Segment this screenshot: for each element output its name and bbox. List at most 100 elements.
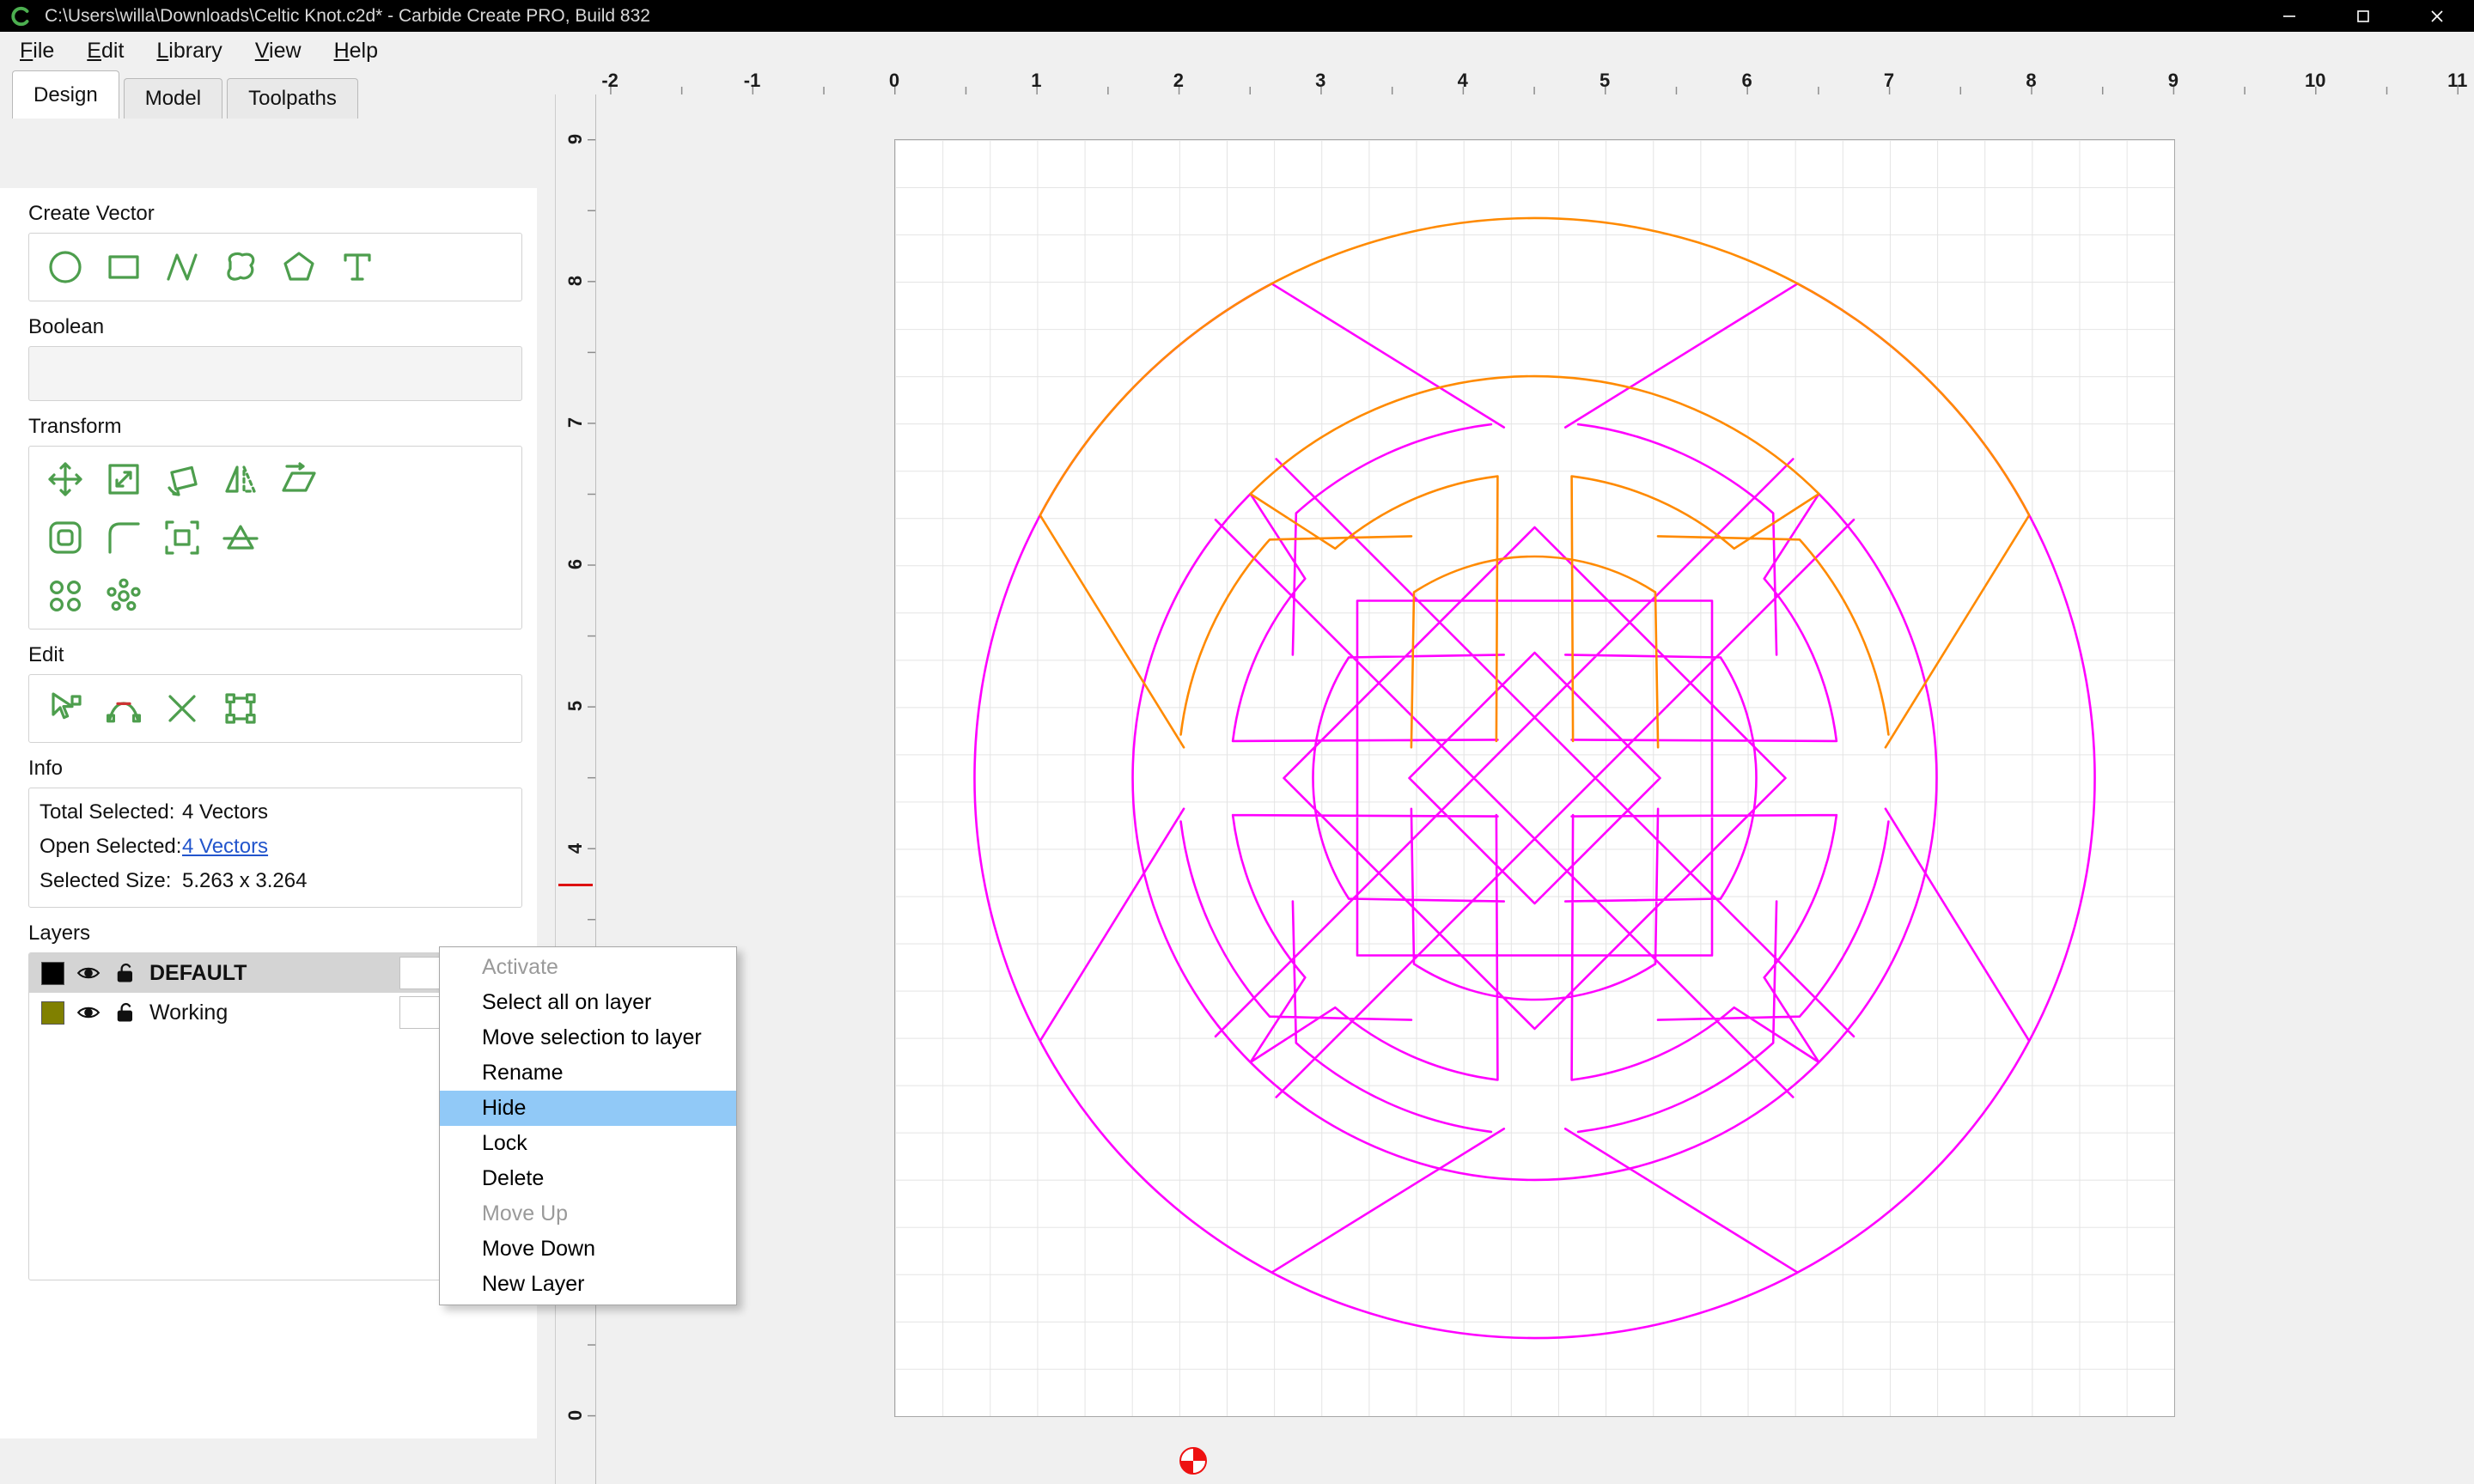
trim-vectors-icon[interactable] (161, 688, 203, 729)
maximize-button[interactable] (2326, 0, 2400, 32)
ruler-number: 5 (1600, 70, 1610, 94)
section-info: Info Total Selected:4 VectorsOpen Select… (0, 757, 537, 908)
context-item-move-up: Move Up (440, 1196, 736, 1232)
context-item-select-all-on-layer[interactable]: Select all on layer (440, 985, 736, 1020)
info-label: Total Selected: (40, 795, 182, 830)
ruler-number: 7 (1884, 70, 1894, 94)
layer-name: Working (149, 1000, 388, 1025)
ruler-number: 0 (889, 70, 899, 94)
scale-icon[interactable] (103, 459, 144, 500)
info-label: Open Selected: (40, 830, 182, 864)
info-value: 5.263 x 3.264 (182, 864, 307, 898)
ruler-number: 8 (557, 261, 594, 301)
context-item-delete[interactable]: Delete (440, 1161, 736, 1196)
canvas-viewport[interactable] (596, 94, 2474, 1484)
transform-tool-row (29, 567, 521, 625)
transform-tool-row (29, 450, 521, 508)
polygon-tool-icon[interactable] (278, 246, 320, 288)
ruler-number: 1 (1031, 70, 1041, 94)
center-icon[interactable] (161, 517, 203, 558)
minimize-button[interactable] (2252, 0, 2326, 32)
join-vectors-icon[interactable] (220, 688, 261, 729)
layer-color-swatch[interactable] (41, 1001, 64, 1025)
menu-file[interactable]: File (3, 32, 70, 70)
ruler-number: 0 (557, 1396, 594, 1435)
info-row: Total Selected:4 Vectors (29, 795, 521, 830)
trim-icon[interactable] (220, 517, 261, 558)
ruler-number: 6 (1741, 70, 1752, 94)
circle-tool-icon[interactable] (45, 246, 86, 288)
info-label: Selected Size: (40, 864, 182, 898)
ruler-number: 4 (557, 829, 594, 868)
info-row: Selected Size:5.263 x 3.264 (29, 864, 521, 898)
layer-color-swatch[interactable] (41, 962, 64, 985)
menu-edit[interactable]: Edit (70, 32, 140, 70)
tab-model[interactable]: Model (124, 78, 222, 119)
origin-marker (1179, 1447, 1207, 1475)
app-window: C:\Users\willa\Downloads\Celtic Knot.c2d… (0, 0, 2474, 1484)
tab-design[interactable]: Design (12, 70, 119, 119)
window-title: C:\Users\willa\Downloads\Celtic Knot.c2d… (45, 6, 650, 27)
menu-bar: FileEditLibraryViewHelp (0, 32, 2474, 70)
open-vectors-link[interactable]: 4 Vectors (182, 830, 268, 864)
ruler-number: 11 (2447, 70, 2467, 94)
canvas-region: -2-101234567891011 9876543210 (537, 70, 2474, 1484)
linear-array-icon[interactable] (45, 575, 86, 617)
context-item-move-down[interactable]: Move Down (440, 1232, 736, 1267)
shape-tool-icon[interactable] (220, 246, 261, 288)
tab-toolpaths[interactable]: Toolpaths (227, 78, 358, 119)
layer-context-menu: ActivateSelect all on layerMove selectio… (439, 946, 737, 1305)
app-logo-icon (10, 5, 33, 27)
knot-vectors-magenta (974, 283, 2094, 1338)
section-create-vector: Create Vector (0, 202, 537, 301)
context-item-activate: Activate (440, 950, 736, 985)
rectangle-tool-icon[interactable] (103, 246, 144, 288)
ruler-number: 5 (557, 686, 594, 726)
context-item-hide[interactable]: Hide (440, 1091, 736, 1126)
move-icon[interactable] (45, 459, 86, 500)
ruler-number: 9 (2168, 70, 2178, 94)
ruler-number: 9 (557, 119, 594, 159)
section-boolean: Boolean (0, 315, 537, 401)
ruler-number: 3 (1315, 70, 1325, 94)
context-item-new-layer[interactable]: New Layer (440, 1267, 736, 1302)
layer-visibility-eye-icon[interactable] (76, 1000, 101, 1025)
context-item-lock[interactable]: Lock (440, 1126, 736, 1161)
ruler-number: 2 (1173, 70, 1184, 94)
mirror-icon[interactable] (220, 459, 261, 500)
context-item-rename[interactable]: Rename (440, 1055, 736, 1091)
section-edit: Edit (0, 643, 537, 743)
ruler-number: 7 (557, 403, 594, 442)
menu-view[interactable]: View (239, 32, 318, 70)
skew-icon[interactable] (278, 459, 320, 500)
curve-tool-icon[interactable] (161, 246, 203, 288)
menu-library[interactable]: Library (140, 32, 238, 70)
menu-help[interactable]: Help (318, 32, 394, 70)
info-row: Open Selected:4 Vectors (29, 830, 521, 864)
offset-icon[interactable] (45, 517, 86, 558)
circular-array-icon[interactable] (103, 575, 144, 617)
section-label: Edit (28, 643, 537, 667)
curve-edit-icon[interactable] (103, 688, 144, 729)
celtic-knot-vectors[interactable] (895, 140, 2174, 1416)
rotate-icon[interactable] (161, 459, 203, 500)
close-button[interactable] (2400, 0, 2474, 32)
layer-lock-icon[interactable] (113, 1000, 138, 1025)
context-item-move-selection-to-layer[interactable]: Move selection to layer (440, 1020, 736, 1055)
title-bar[interactable]: C:\Users\willa\Downloads\Celtic Knot.c2d… (0, 0, 2474, 32)
layer-name: DEFAULT (149, 961, 388, 986)
section-transform: Transform (0, 415, 537, 629)
ruler-cursor-indicator (558, 884, 593, 886)
fillet-icon[interactable] (103, 517, 144, 558)
drawing-area[interactable] (894, 139, 2175, 1417)
layer-visibility-eye-icon[interactable] (76, 960, 101, 986)
transform-tool-row (29, 508, 521, 567)
window-controls (2252, 0, 2474, 32)
ruler-number: 6 (557, 544, 594, 584)
section-label: Transform (28, 415, 537, 439)
section-label: Boolean (28, 315, 537, 339)
info-value: 4 Vectors (182, 795, 268, 830)
text-tool-icon[interactable] (337, 246, 378, 288)
layer-lock-icon[interactable] (113, 960, 138, 986)
node-edit-icon[interactable] (45, 688, 86, 729)
